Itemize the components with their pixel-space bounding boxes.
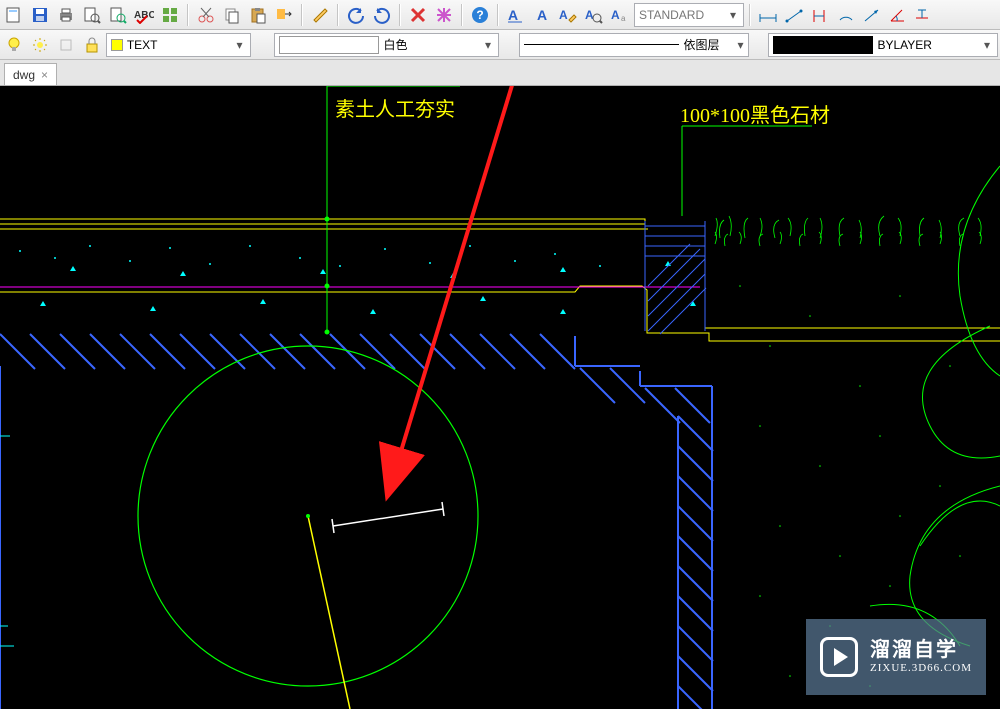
save-icon[interactable] — [28, 3, 52, 27]
lineweight-preview — [773, 36, 873, 54]
svg-text:a: a — [621, 14, 626, 23]
edit-text-icon[interactable]: A — [556, 3, 580, 27]
chevron-down-icon: ▾ — [234, 38, 246, 52]
print-icon[interactable] — [54, 3, 78, 27]
print-preview-icon[interactable] — [80, 3, 104, 27]
linetype-name: 依图层 — [683, 36, 719, 53]
chevron-down-icon: ▾ — [727, 8, 739, 22]
close-icon[interactable]: × — [41, 68, 48, 82]
watermark-url: ZIXUE.3D66.COM — [870, 662, 972, 675]
linetype-preview — [524, 44, 680, 45]
block-icon[interactable] — [158, 3, 182, 27]
dim-ordinate-icon[interactable] — [808, 3, 832, 27]
separator — [461, 4, 463, 26]
chevron-down-icon: ▾ — [724, 38, 744, 52]
dim-aligned-icon[interactable] — [782, 3, 806, 27]
cut-icon[interactable] — [194, 3, 218, 27]
svg-text:A: A — [537, 7, 547, 23]
svg-text:A: A — [508, 7, 518, 23]
color-dropdown[interactable]: 白色 ▾ — [274, 33, 499, 57]
layer-dropdown[interactable]: TEXT ▾ — [106, 33, 251, 57]
color-name: 白色 — [383, 36, 478, 53]
find-icon[interactable] — [106, 3, 130, 27]
separator — [497, 4, 499, 26]
separator — [399, 4, 401, 26]
help-icon[interactable]: ? — [468, 3, 492, 27]
layer-bulb-icon[interactable] — [2, 33, 26, 57]
watermark-title: 溜溜自学 — [870, 638, 972, 662]
chevron-down-icon: ▾ — [981, 38, 993, 52]
lineweight-dropdown[interactable]: BYLAYER ▾ — [768, 33, 998, 57]
layer-color-swatch — [111, 39, 123, 51]
single-text-icon[interactable]: A — [530, 3, 554, 27]
drawing-canvas[interactable]: 素土人工夯实 100*100黑色石材 溜溜自学 ZIXUE.3D66.COM — [0, 86, 1000, 709]
separator — [187, 4, 189, 26]
layer-sun-icon[interactable] — [28, 33, 52, 57]
label-soil: 素土人工夯实 — [335, 98, 455, 121]
linetype-dropdown[interactable]: 依图层 ▾ — [519, 33, 749, 57]
toolbar-row-1: ABC ? A A A A — [0, 0, 1000, 30]
separator — [749, 4, 751, 26]
svg-text:A: A — [611, 8, 620, 22]
separator — [337, 4, 339, 26]
dim-linear-icon[interactable] — [756, 3, 780, 27]
spellcheck-icon[interactable]: ABC — [132, 3, 156, 27]
delete-icon[interactable] — [406, 3, 430, 27]
text-style-value: STANDARD — [639, 8, 723, 22]
play-icon — [820, 637, 858, 677]
lineweight-name: BYLAYER — [877, 38, 977, 52]
tab-filename: dwg — [13, 68, 35, 82]
dim-radius-icon[interactable] — [860, 3, 884, 27]
match-properties-icon[interactable] — [272, 3, 296, 27]
find-text-icon[interactable]: A — [582, 3, 606, 27]
document-tab[interactable]: dwg × — [4, 63, 57, 85]
dim-angular-icon[interactable] — [886, 3, 910, 27]
separator — [301, 4, 303, 26]
color-swatch-white — [279, 36, 379, 54]
redo-icon[interactable] — [370, 3, 394, 27]
dim-edit-icon[interactable] — [912, 3, 936, 27]
layer-name: TEXT — [127, 38, 230, 52]
brush-icon[interactable] — [308, 3, 332, 27]
svg-text:?: ? — [476, 8, 483, 22]
toolbar-row-2: TEXT ▾ 白色 ▾ 依图层 ▾ BYLAYER ▾ — [0, 30, 1000, 60]
copy-icon[interactable] — [220, 3, 244, 27]
document-tabbar: dwg × — [0, 60, 1000, 86]
purge-icon[interactable] — [432, 3, 456, 27]
svg-text:A: A — [559, 8, 568, 22]
svg-text:A: A — [585, 8, 594, 22]
text-style-dropdown[interactable]: STANDARD ▾ — [634, 3, 744, 27]
label-stone: 100*100黑色石材 — [680, 104, 830, 127]
layer-lock-icon[interactable] — [80, 33, 104, 57]
paste-icon[interactable] — [246, 3, 270, 27]
watermark: 溜溜自学 ZIXUE.3D66.COM — [806, 619, 986, 695]
layer-freeze-icon[interactable] — [54, 33, 78, 57]
undo-icon[interactable] — [344, 3, 368, 27]
mtext-icon[interactable]: A — [504, 3, 528, 27]
text-style-icon[interactable]: Aa — [608, 3, 632, 27]
new-icon[interactable] — [2, 3, 26, 27]
dim-arc-icon[interactable] — [834, 3, 858, 27]
chevron-down-icon: ▾ — [482, 38, 494, 52]
